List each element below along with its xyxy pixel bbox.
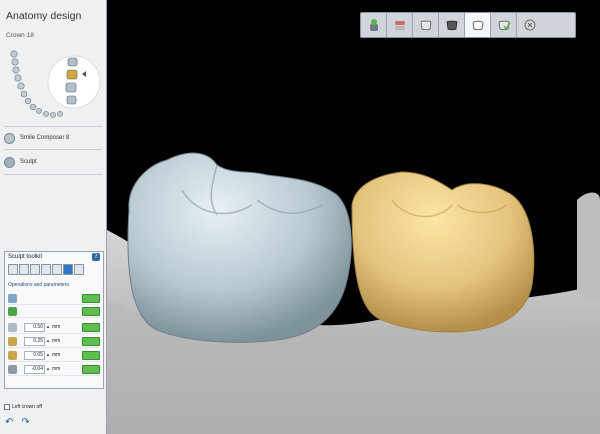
apply-button[interactable] (82, 293, 100, 303)
toolbar-button-setup[interactable] (361, 13, 387, 37)
surface-icon (8, 306, 17, 316)
divider (4, 174, 102, 175)
dental-design-app: Anatomy design Crown 18 Smile Composer 8… (0, 0, 600, 434)
morph-tool-icon[interactable] (63, 264, 73, 275)
left-crown-off-checkbox[interactable] (4, 404, 10, 410)
redo-icon[interactable]: ↷ (21, 417, 29, 428)
apply-button[interactable] (82, 364, 100, 374)
smile-composer-label: Smile Composer 8 (20, 135, 70, 141)
neighbor-tooth (577, 192, 600, 300)
param-value-input[interactable]: 0.50 (24, 322, 45, 332)
sculpt-toolkit: Sculpt toolkit ? Operations and paramete… (4, 251, 104, 389)
contact-icon (8, 350, 17, 360)
panel-title: Anatomy design (6, 10, 82, 22)
sculpt-icon (4, 156, 15, 168)
3d-viewport[interactable] (107, 0, 600, 434)
workflow-toolbar (360, 12, 576, 38)
param-value-input[interactable]: -0.04 (24, 364, 45, 374)
apply-button[interactable] (82, 306, 100, 316)
offset-icon (8, 364, 17, 374)
unit-label: mm (52, 366, 61, 372)
stepper-icon[interactable]: ▴ (46, 324, 50, 331)
left-crown-off-label: Left crown off (12, 404, 42, 410)
anatomy-design-panel: Anatomy design Crown 18 Smile Composer 8… (0, 0, 107, 434)
thickness-icon (8, 322, 17, 332)
toolbar-button-outline[interactable] (413, 13, 439, 37)
smile-composer-item[interactable]: Smile Composer 8 (4, 130, 69, 146)
cusp-icon (8, 336, 17, 346)
add-material-tool-icon[interactable] (8, 264, 18, 275)
param-row-offset: -0.04 ▴ mm (8, 363, 100, 376)
finish-icon (524, 19, 536, 31)
unit-label: mm (52, 324, 61, 330)
stepper-icon[interactable]: ▴ (46, 366, 50, 373)
param-row-remove (8, 305, 100, 318)
green-tooth-icon (498, 20, 511, 31)
dark-tooth-icon (446, 20, 457, 31)
param-row-add (8, 292, 100, 305)
toolbar-button-finish[interactable] (517, 13, 543, 37)
param-row-thickness: 0.50 ▴ mm (8, 321, 100, 334)
stepper-icon[interactable]: ▴ (46, 352, 50, 359)
undo-redo-group: ↶ ↷ (5, 417, 30, 428)
toolbar-button-crown[interactable] (465, 13, 491, 37)
param-value-input[interactable]: 0.25 (24, 336, 45, 346)
toolbar-button-green-tooth[interactable] (491, 13, 517, 37)
tooth-outline-icon (420, 20, 431, 31)
dental-arch-selector[interactable] (6, 44, 102, 124)
crown-icon (472, 20, 483, 31)
crown-label: Crown 18 (6, 32, 34, 39)
sculpt-label: Sculpt (20, 159, 37, 165)
right-crown-model[interactable] (351, 171, 535, 333)
divider (4, 126, 102, 127)
smooth-tool-icon[interactable] (30, 264, 40, 275)
toolbar-button-dark-tooth[interactable] (439, 13, 465, 37)
param-row-contact: 0.05 ▴ mm (8, 349, 100, 362)
apply-button[interactable] (82, 350, 100, 360)
operations-label: Operations and parameters (8, 282, 69, 288)
contact-tool-icon[interactable] (74, 264, 84, 275)
toolkit-title: Sculpt toolkit (8, 254, 43, 260)
drop-icon (8, 293, 17, 303)
cusp-tool-icon[interactable] (52, 264, 62, 275)
param-row-cusp: 0.25 ▴ mm (8, 335, 100, 348)
sculpt-item[interactable]: Sculpt (4, 154, 37, 170)
articulator-icon (394, 21, 405, 30)
divider (4, 149, 102, 150)
apply-button[interactable] (82, 322, 100, 332)
smile-composer-icon (4, 132, 15, 144)
toolbar-button-articulator[interactable] (387, 13, 413, 37)
unit-label: mm (52, 352, 61, 358)
apply-button[interactable] (82, 336, 100, 346)
remove-material-tool-icon[interactable] (19, 264, 29, 275)
param-value-input[interactable]: 0.05 (24, 350, 45, 360)
shape-tool-icon[interactable] (41, 264, 51, 275)
left-crown-off-option[interactable]: Left crown off (4, 404, 42, 410)
toolkit-tool-row (8, 264, 84, 275)
help-icon[interactable]: ? (92, 253, 100, 261)
undo-icon[interactable]: ↶ (5, 417, 13, 428)
unit-label: mm (52, 338, 61, 344)
stepper-icon[interactable]: ▴ (46, 338, 50, 345)
tooth-setup-icon (369, 19, 378, 31)
